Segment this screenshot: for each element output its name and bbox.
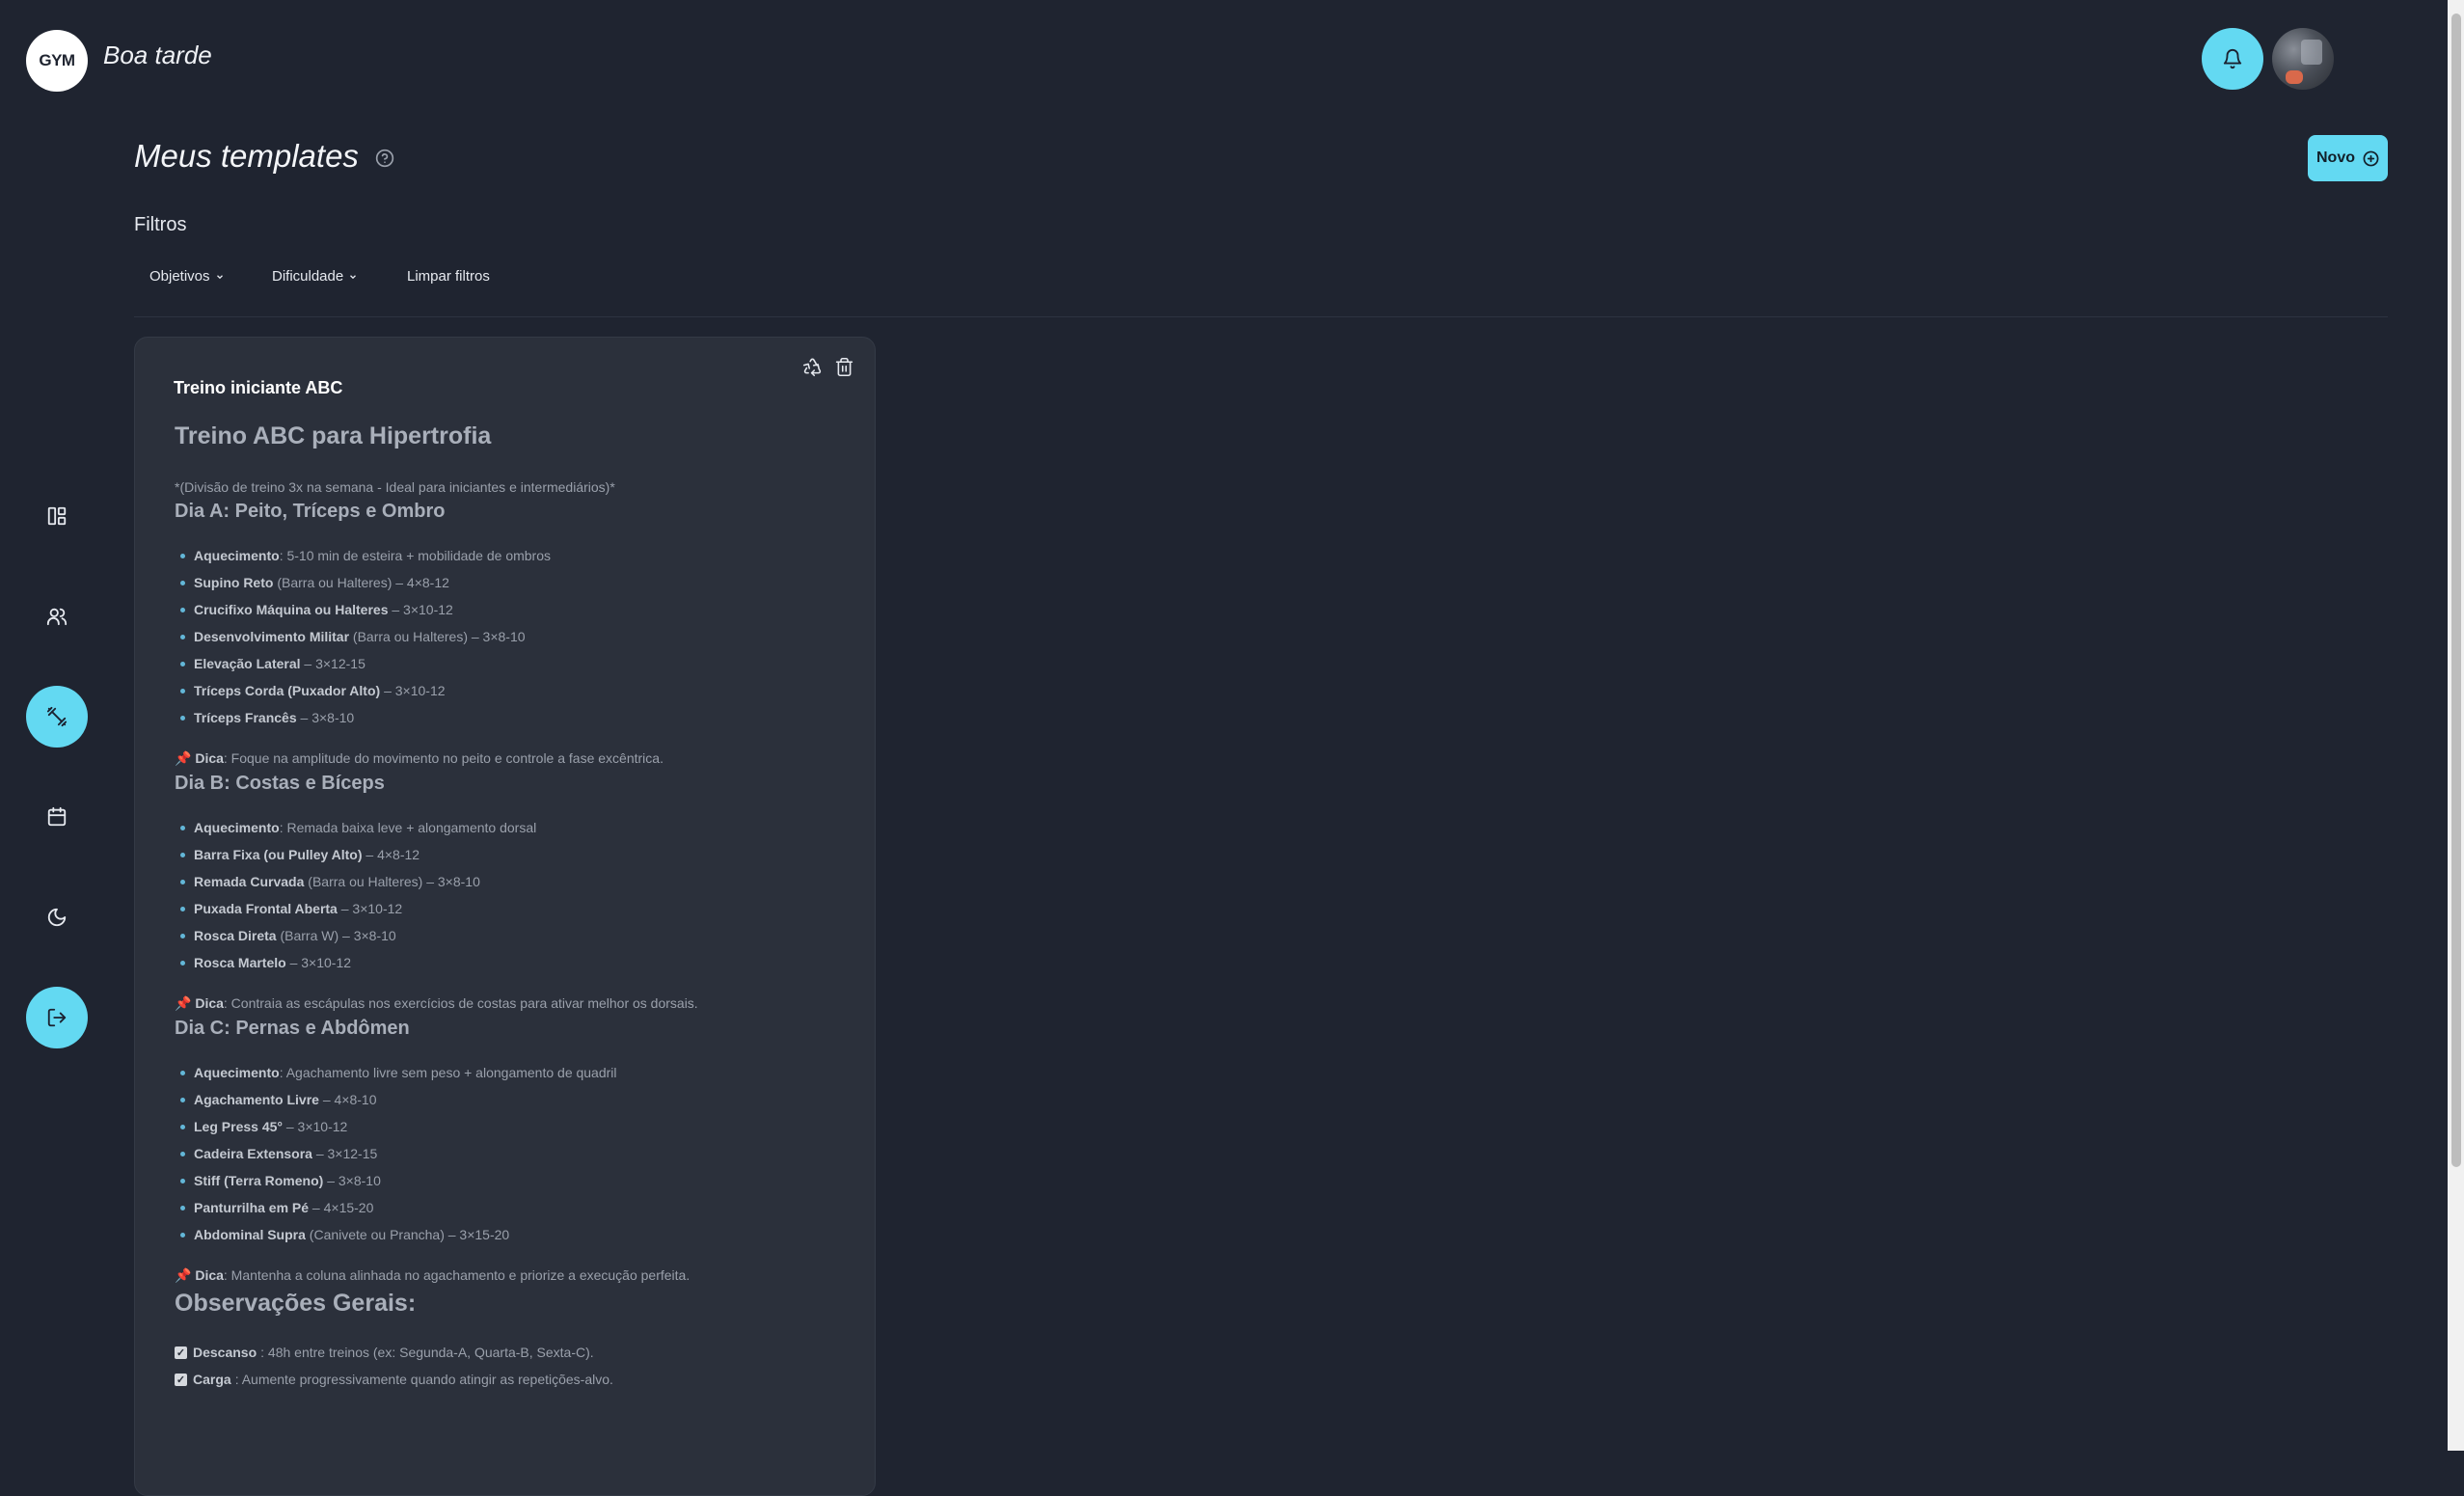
chevron-down-icon xyxy=(216,274,223,279)
filters-divider xyxy=(134,316,2388,317)
dashboard-icon xyxy=(47,506,67,526)
list-item: Agachamento Livre – 4×8-10 xyxy=(175,1086,850,1113)
plus-circle-icon xyxy=(2363,150,2379,166)
day-a-tip: 📌 Dica: Foque na amplitude do movimento … xyxy=(175,750,663,766)
day-a-title: Dia A: Peito, Tríceps e Ombro xyxy=(175,501,446,522)
filter-difficulty-label: Dificuldade xyxy=(272,268,344,285)
scrollbar[interactable] xyxy=(2448,0,2464,1451)
filter-difficulty-dropdown[interactable]: Dificuldade xyxy=(272,268,358,285)
day-b-title: Dia B: Costas e Bíceps xyxy=(175,773,385,794)
clear-filters-button[interactable]: Limpar filtros xyxy=(407,268,490,285)
day-c-title: Dia C: Pernas e Abdômen xyxy=(175,1018,410,1039)
scrollbar-thumb[interactable] xyxy=(2451,14,2461,1167)
day-c-list: Aquecimento: Agachamento livre sem peso … xyxy=(175,1059,850,1248)
bell-icon xyxy=(2223,49,2242,69)
sidebar-workouts-button[interactable] xyxy=(26,686,88,748)
moon-icon xyxy=(47,908,67,927)
list-item: Panturrilha em Pé – 4×15-20 xyxy=(175,1194,850,1221)
list-item: Leg Press 45° – 3×10-12 xyxy=(175,1113,850,1140)
pin-icon: 📌 xyxy=(175,1267,192,1283)
observation-item: ✓ Carga: Aumente progressivamente quando … xyxy=(175,1372,613,1387)
clear-filters-label: Limpar filtros xyxy=(407,268,490,285)
page-title: Meus templates xyxy=(134,138,359,174)
list-item: Elevação Lateral – 3×12-15 xyxy=(175,650,850,677)
pin-icon: 📌 xyxy=(175,750,192,766)
template-card[interactable]: Treino iniciante ABC Treino ABC para Hip… xyxy=(134,337,876,1496)
template-heading: Treino ABC para Hipertrofia xyxy=(175,422,492,449)
list-item: Puxada Frontal Aberta – 3×10-12 xyxy=(175,895,850,922)
sidebar-calendar-button[interactable] xyxy=(26,786,88,848)
list-item: Abdominal Supra (Canivete ou Prancha) – … xyxy=(175,1221,850,1248)
new-template-button[interactable]: Novo xyxy=(2308,135,2388,181)
observations-title: Observações Gerais: xyxy=(175,1290,417,1317)
calendar-icon xyxy=(47,806,67,827)
day-a-list: Aquecimento: 5-10 min de esteira + mobil… xyxy=(175,542,850,731)
list-item: Aquecimento: 5-10 min de esteira + mobil… xyxy=(175,542,850,569)
list-item: Desenvolvimento Militar (Barra ou Halter… xyxy=(175,623,850,650)
greeting-text: Boa tarde xyxy=(103,41,212,69)
recycle-icon[interactable] xyxy=(802,357,823,377)
list-item: Stiff (Terra Romeno) – 3×8-10 xyxy=(175,1167,850,1194)
template-intro: *(Divisão de treino 3x na semana - Ideal… xyxy=(175,479,615,495)
new-template-label: Novo xyxy=(2316,150,2355,166)
day-b-list: Aquecimento: Remada baixa leve + alongam… xyxy=(175,814,850,976)
trash-icon[interactable] xyxy=(834,357,854,377)
list-item: Crucifixo Máquina ou Halteres – 3×10-12 xyxy=(175,596,850,623)
logout-icon xyxy=(47,1008,67,1027)
dumbbell-icon xyxy=(46,706,68,727)
checkbox-icon: ✓ xyxy=(175,1373,187,1386)
list-item: Aquecimento: Remada baixa leve + alongam… xyxy=(175,814,850,841)
sidebar-theme-button[interactable] xyxy=(26,886,88,948)
notifications-button[interactable] xyxy=(2202,28,2263,90)
pin-icon: 📌 xyxy=(175,995,192,1011)
chevron-down-icon xyxy=(350,274,357,279)
sidebar-users-button[interactable] xyxy=(26,585,88,647)
list-item: Barra Fixa (ou Pulley Alto) – 4×8-12 xyxy=(175,841,850,868)
filter-objectives-label: Objetivos xyxy=(149,268,210,285)
list-item: Supino Reto (Barra ou Halteres) – 4×8-12 xyxy=(175,569,850,596)
day-c-tip: 📌 Dica: Mantenha a coluna alinhada no ag… xyxy=(175,1267,690,1283)
list-item: Rosca Direta (Barra W) – 3×8-10 xyxy=(175,922,850,949)
help-circle-icon[interactable] xyxy=(375,149,394,168)
gym-logo: GYM xyxy=(26,30,88,92)
list-item: Cadeira Extensora – 3×12-15 xyxy=(175,1140,850,1167)
observation-item: ✓ Descanso: 48h entre treinos (ex: Segund… xyxy=(175,1345,594,1360)
users-icon xyxy=(46,608,68,626)
day-b-tip: 📌 Dica: Contraia as escápulas nos exercí… xyxy=(175,995,698,1011)
list-item: Tríceps Corda (Puxador Alto) – 3×10-12 xyxy=(175,677,850,704)
list-item: Tríceps Francês – 3×8-10 xyxy=(175,704,850,731)
list-item: Rosca Martelo – 3×10-12 xyxy=(175,949,850,976)
sidebar-logout-button[interactable] xyxy=(26,987,88,1048)
template-name: Treino iniciante ABC xyxy=(174,378,343,397)
filter-objectives-dropdown[interactable]: Objetivos xyxy=(149,268,225,285)
user-avatar[interactable] xyxy=(2272,28,2334,90)
list-item: Remada Curvada (Barra ou Halteres) – 3×8… xyxy=(175,868,850,895)
template-content: Treino ABC para Hipertrofia *(Divisão de… xyxy=(175,422,850,1393)
list-item: Aquecimento: Agachamento livre sem peso … xyxy=(175,1059,850,1086)
filters-label: Filtros xyxy=(134,214,187,235)
sidebar-dashboard-button[interactable] xyxy=(26,485,88,547)
checkbox-icon: ✓ xyxy=(175,1346,187,1359)
